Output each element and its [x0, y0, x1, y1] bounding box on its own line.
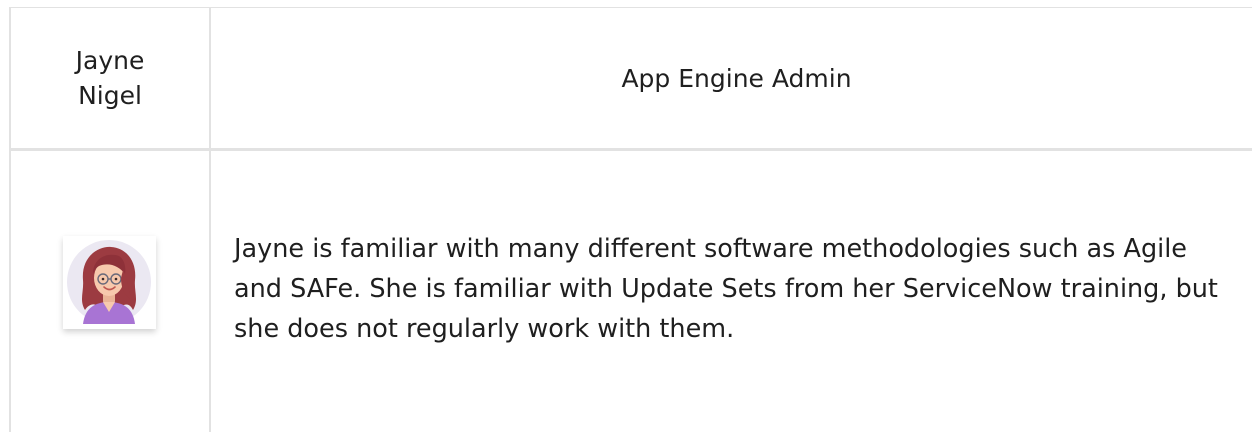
persona-bio: Jayne is familiar with many different so…	[234, 234, 1218, 344]
persona-first-name: Jayne	[75, 46, 145, 75]
persona-role-cell: App Engine Admin	[211, 8, 1252, 148]
persona-last-name: Nigel	[78, 81, 142, 110]
persona-name-cell: Jayne Nigel	[11, 8, 209, 148]
persona-name: Jayne Nigel	[55, 43, 165, 113]
persona-role: App Engine Admin	[621, 63, 852, 93]
persona-bio-cell: Jayne is familiar with many different so…	[234, 229, 1234, 349]
persona-avatar	[63, 236, 156, 329]
woman-avatar-icon	[67, 240, 151, 324]
persona-table: Jayne Nigel App Engine Admin Jayne is fa…	[0, 0, 1252, 432]
row-divider	[9, 148, 1252, 151]
